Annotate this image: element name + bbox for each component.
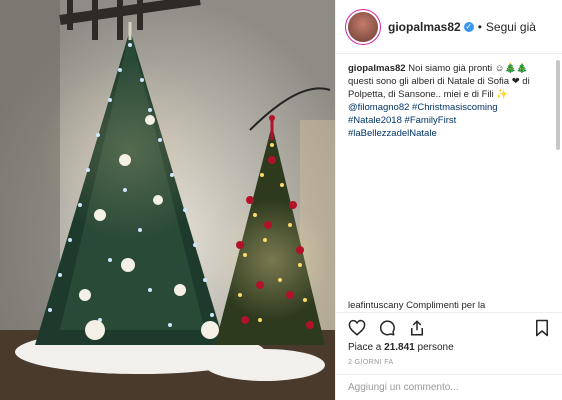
likes-prefix: Piace a <box>348 342 385 353</box>
caption: giopalmas82 Noi siamo già pronti ☺🎄🎄 que… <box>336 54 562 294</box>
follow-button[interactable]: Segui già <box>486 20 536 34</box>
header-username[interactable]: giopalmas82 <box>388 20 461 34</box>
hashtag-link[interactable]: #FamilyFirst <box>405 115 457 126</box>
post-photo[interactable] <box>0 0 335 400</box>
instagram-post: giopalmas82 ✓ • Segui già giopalmas82 No… <box>0 0 562 400</box>
post-sidebar: giopalmas82 ✓ • Segui già giopalmas82 No… <box>335 0 562 400</box>
post-timestamp[interactable]: 2 GIORNI FA <box>348 359 394 366</box>
comment-icon <box>379 319 395 335</box>
save-button[interactable] <box>531 317 553 339</box>
comment-box <box>336 374 562 400</box>
bookmark-icon <box>536 319 548 336</box>
likes-suffix: persone <box>414 342 454 353</box>
like-button[interactable] <box>346 317 368 339</box>
hashtag-link[interactable]: #Natale2018 <box>348 115 402 126</box>
comment-button[interactable] <box>376 317 398 339</box>
action-bar <box>336 312 562 342</box>
hashtag-link[interactable]: #laBellezzadelNatale <box>348 128 437 139</box>
share-icon <box>411 319 423 335</box>
caption-mention[interactable]: @filomagno82 <box>348 102 409 113</box>
verified-icon: ✓ <box>463 21 474 32</box>
like-count[interactable]: Piace a 21.841 persone <box>348 342 454 353</box>
post-header: giopalmas82 ✓ • Segui già <box>336 0 562 54</box>
comment-input[interactable] <box>348 382 538 393</box>
comment-preview: leafintuscany Complimenti per la <box>348 300 486 310</box>
caption-username[interactable]: giopalmas82 <box>348 63 406 74</box>
hashtag-link[interactable]: #Christmasiscoming <box>412 102 498 113</box>
share-button[interactable] <box>406 317 428 339</box>
avatar[interactable] <box>348 11 378 42</box>
heart-icon <box>348 319 366 336</box>
christmas-trees-image <box>0 0 335 400</box>
comments-scrollbar[interactable] <box>556 60 560 150</box>
separator-dot: • <box>477 19 482 34</box>
likes-number: 21.841 <box>384 342 415 353</box>
